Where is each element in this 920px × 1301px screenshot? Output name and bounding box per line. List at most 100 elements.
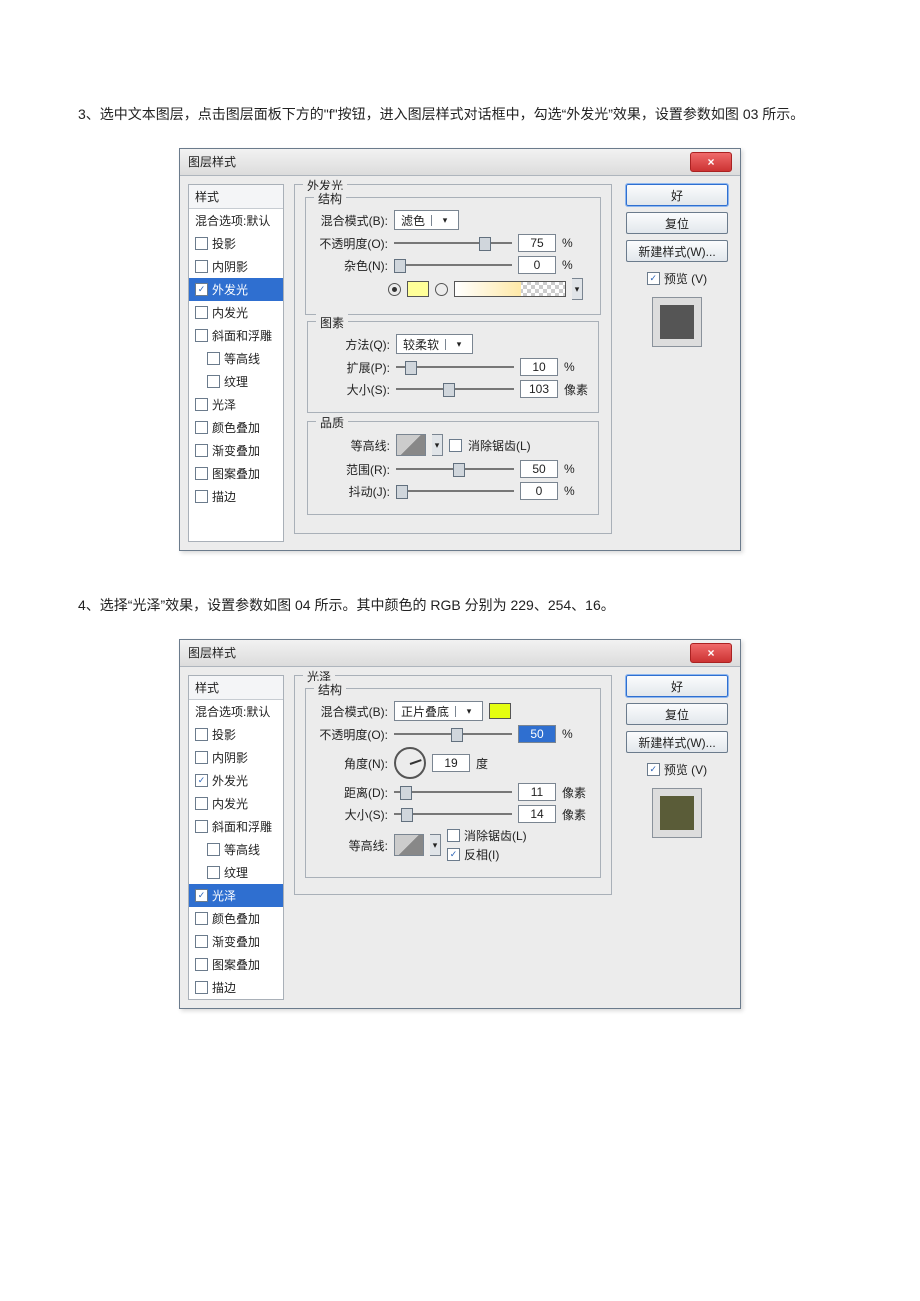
style-inner-glow[interactable]: 内发光 (189, 301, 283, 324)
antialias-checkbox[interactable] (449, 439, 462, 452)
style-outer-glow[interactable]: ✓外发光 (189, 769, 283, 792)
chevron-down-icon[interactable]: ▾ (572, 278, 583, 300)
checkbox[interactable]: ✓ (195, 283, 208, 296)
blend-mode-combo[interactable]: 正片叠底▾ (394, 701, 483, 721)
ok-button[interactable]: 好 (626, 675, 728, 697)
checkbox[interactable] (195, 329, 208, 342)
contour-picker[interactable] (396, 434, 426, 456)
titlebar[interactable]: 图层样式 × (180, 149, 740, 176)
angle-dial[interactable] (394, 747, 426, 779)
checkbox[interactable] (207, 352, 220, 365)
antialias-checkbox[interactable] (447, 829, 460, 842)
jitter-input[interactable]: 0 (520, 482, 558, 500)
checkbox[interactable] (195, 398, 208, 411)
blend-options-default[interactable]: 混合选项:默认 (189, 700, 283, 723)
style-inner-shadow[interactable]: 内阴影 (189, 255, 283, 278)
jitter-slider[interactable] (396, 484, 514, 498)
ok-button[interactable]: 好 (626, 184, 728, 206)
satin-color-swatch[interactable] (489, 703, 511, 719)
noise-input[interactable]: 0 (518, 256, 556, 274)
checkbox[interactable] (195, 444, 208, 457)
styles-header[interactable]: 样式 (189, 185, 283, 209)
range-input[interactable]: 50 (520, 460, 558, 478)
glow-gradient[interactable] (454, 281, 566, 297)
checkbox[interactable] (195, 260, 208, 273)
preview-checkbox[interactable]: ✓ (647, 272, 660, 285)
noise-slider[interactable] (394, 258, 512, 272)
titlebar[interactable]: 图层样式 × (180, 640, 740, 667)
checkbox[interactable] (195, 728, 208, 741)
glow-color-swatch[interactable] (407, 281, 429, 297)
style-gradient-overlay[interactable]: 渐变叠加 (189, 930, 283, 953)
opacity-input[interactable]: 50 (518, 725, 556, 743)
style-bevel-emboss[interactable]: 斜面和浮雕 (189, 815, 283, 838)
chevron-down-icon[interactable]: ▾ (432, 434, 443, 456)
preview-checkbox[interactable]: ✓ (647, 763, 660, 776)
style-texture[interactable]: 纹理 (189, 370, 283, 393)
style-gradient-overlay[interactable]: 渐变叠加 (189, 439, 283, 462)
style-stroke[interactable]: 描边 (189, 976, 283, 999)
close-button[interactable]: × (690, 643, 732, 663)
checkbox[interactable] (195, 490, 208, 503)
angle-input[interactable]: 19 (432, 754, 470, 772)
style-drop-shadow[interactable]: 投影 (189, 232, 283, 255)
style-contour[interactable]: 等高线 (189, 347, 283, 370)
invert-checkbox[interactable]: ✓ (447, 848, 460, 861)
style-inner-glow[interactable]: 内发光 (189, 792, 283, 815)
styles-header[interactable]: 样式 (189, 676, 283, 700)
checkbox[interactable] (195, 751, 208, 764)
checkbox[interactable] (207, 843, 220, 856)
size-input[interactable]: 103 (520, 380, 558, 398)
style-color-overlay[interactable]: 颜色叠加 (189, 907, 283, 930)
checkbox[interactable]: ✓ (195, 889, 208, 902)
checkbox[interactable] (195, 421, 208, 434)
style-inner-shadow[interactable]: 内阴影 (189, 746, 283, 769)
new-style-button[interactable]: 新建样式(W)... (626, 240, 728, 262)
opacity-slider[interactable] (394, 727, 512, 741)
range-slider[interactable] (396, 462, 514, 476)
style-satin[interactable]: ✓光泽 (189, 884, 283, 907)
spread-input[interactable]: 10 (520, 358, 558, 376)
distance-slider[interactable] (394, 785, 512, 799)
style-bevel-emboss[interactable]: 斜面和浮雕 (189, 324, 283, 347)
style-contour[interactable]: 等高线 (189, 838, 283, 861)
close-button[interactable]: × (690, 152, 732, 172)
size-slider[interactable] (394, 807, 512, 821)
style-stroke[interactable]: 描边 (189, 485, 283, 508)
checkbox[interactable] (195, 237, 208, 250)
style-color-overlay[interactable]: 颜色叠加 (189, 416, 283, 439)
style-drop-shadow[interactable]: 投影 (189, 723, 283, 746)
checkbox[interactable]: ✓ (195, 774, 208, 787)
blend-options-default[interactable]: 混合选项:默认 (189, 209, 283, 232)
checkbox[interactable] (195, 797, 208, 810)
reset-button[interactable]: 复位 (626, 703, 728, 725)
style-pattern-overlay[interactable]: 图案叠加 (189, 953, 283, 976)
style-satin[interactable]: 光泽 (189, 393, 283, 416)
blend-mode-combo[interactable]: 滤色▾ (394, 210, 459, 230)
style-outer-glow[interactable]: ✓外发光 (189, 278, 283, 301)
checkbox[interactable] (195, 935, 208, 948)
checkbox[interactable] (195, 981, 208, 994)
size-slider[interactable] (396, 382, 514, 396)
style-pattern-overlay[interactable]: 图案叠加 (189, 462, 283, 485)
checkbox[interactable] (195, 467, 208, 480)
opacity-input[interactable]: 75 (518, 234, 556, 252)
contour-picker[interactable] (394, 834, 424, 856)
reset-button[interactable]: 复位 (626, 212, 728, 234)
style-texture[interactable]: 纹理 (189, 861, 283, 884)
checkbox[interactable] (207, 375, 220, 388)
color-radio[interactable] (388, 283, 401, 296)
checkbox[interactable] (195, 820, 208, 833)
chevron-down-icon[interactable]: ▾ (430, 834, 441, 856)
size-input[interactable]: 14 (518, 805, 556, 823)
checkbox[interactable] (195, 306, 208, 319)
checkbox[interactable] (195, 912, 208, 925)
gradient-radio[interactable] (435, 283, 448, 296)
distance-input[interactable]: 11 (518, 783, 556, 801)
opacity-slider[interactable] (394, 236, 512, 250)
technique-combo[interactable]: 较柔软▾ (396, 334, 473, 354)
checkbox[interactable] (207, 866, 220, 879)
spread-slider[interactable] (396, 360, 514, 374)
checkbox[interactable] (195, 958, 208, 971)
new-style-button[interactable]: 新建样式(W)... (626, 731, 728, 753)
